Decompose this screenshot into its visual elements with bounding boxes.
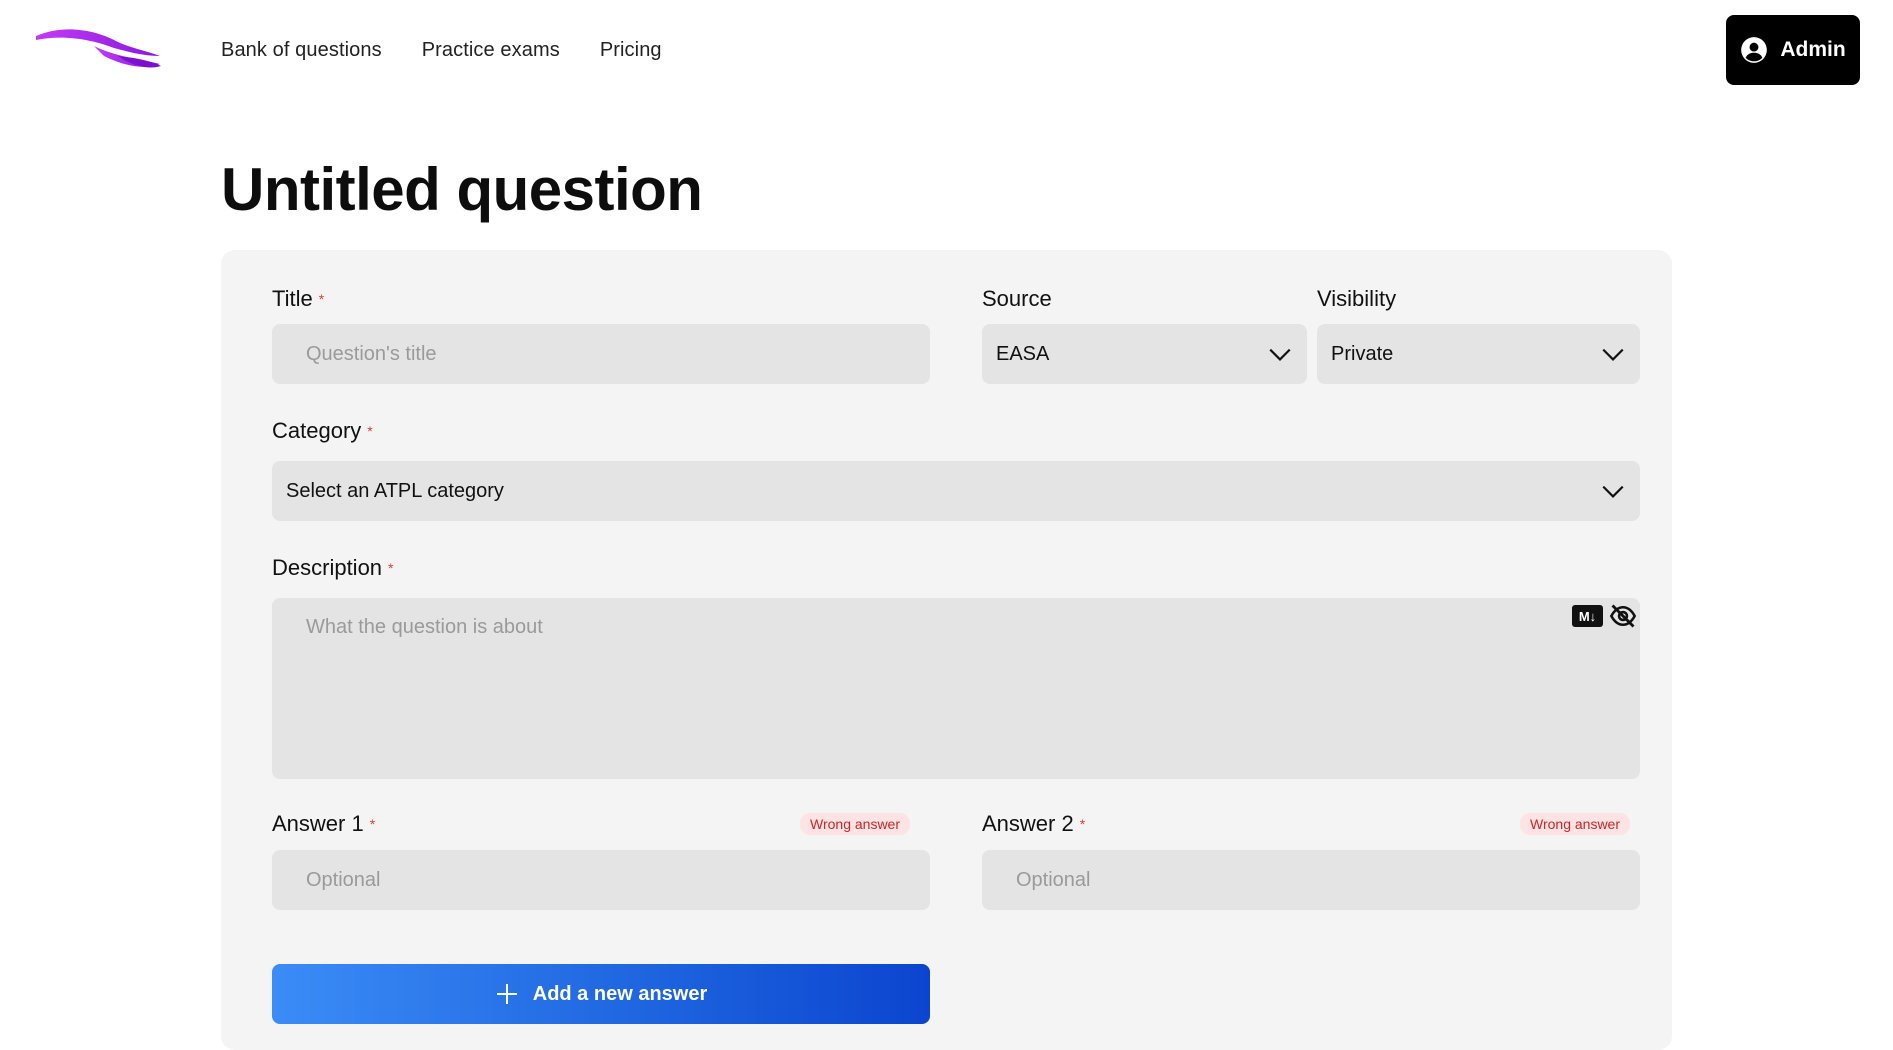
add-answer-label: Add a new answer — [532, 982, 708, 1005]
admin-label: Admin — [1780, 38, 1846, 61]
category-select[interactable]: Select an ATPL category — [272, 461, 1640, 521]
description-label-text: Description — [272, 555, 383, 580]
answer-2-input[interactable] — [982, 850, 1640, 910]
required-marker: * — [318, 291, 325, 307]
required-marker: * — [388, 560, 394, 576]
page-title: Untitled question — [221, 156, 703, 223]
add-answer-button[interactable]: Add a new answer — [272, 964, 930, 1024]
category-label-text: Category — [272, 418, 362, 443]
required-marker: * — [1079, 816, 1086, 832]
required-marker: * — [369, 816, 376, 832]
top-navigation: Bank of questions Practice exams Pricing… — [0, 0, 1893, 100]
category-label: Category * — [272, 418, 373, 444]
required-marker: * — [367, 423, 373, 439]
answer-1-label: Answer 1 * — [272, 811, 375, 837]
nav-bank-of-questions[interactable]: Bank of questions — [221, 38, 382, 62]
category-value: Select an ATPL category — [286, 479, 504, 502]
logo-icon[interactable] — [34, 26, 162, 72]
nav-pricing[interactable]: Pricing — [600, 38, 662, 62]
plus-icon — [496, 984, 517, 1004]
answer-1-status-badge[interactable]: Wrong answer — [800, 813, 911, 835]
markdown-icon[interactable]: M↓ — [1572, 605, 1603, 627]
answer-1-label-text: Answer 1 — [272, 811, 364, 836]
description-tools: M↓ — [1572, 602, 1637, 630]
chevron-down-icon — [1269, 348, 1291, 361]
question-form: Title * Source EASA Visibility Private Ca… — [221, 250, 1672, 1050]
chevron-down-icon — [1602, 485, 1624, 498]
source-select[interactable]: EASA — [982, 324, 1307, 384]
description-textarea[interactable] — [272, 598, 1640, 779]
user-circle-icon — [1741, 37, 1768, 63]
source-label: Source — [982, 286, 1052, 311]
main-nav: Bank of questions Practice exams Pricing — [221, 38, 662, 62]
visibility-select[interactable]: Private — [1317, 324, 1640, 384]
answer-2-label: Answer 2 * — [982, 811, 1085, 837]
nav-practice-exams[interactable]: Practice exams — [422, 38, 560, 62]
visibility-value: Private — [1331, 342, 1394, 365]
answer-2-label-text: Answer 2 — [982, 811, 1074, 836]
title-label: Title * — [272, 286, 324, 312]
description-label: Description * — [272, 555, 394, 581]
source-value: EASA — [996, 342, 1050, 365]
chevron-down-icon — [1602, 348, 1624, 361]
title-input[interactable] — [272, 324, 930, 384]
answer-2-status-badge[interactable]: Wrong answer — [1520, 813, 1631, 835]
answer-1-input[interactable] — [272, 850, 930, 910]
admin-button[interactable]: Admin — [1726, 15, 1860, 85]
visibility-label: Visibility — [1317, 286, 1397, 311]
title-label-text: Title — [272, 286, 313, 311]
eye-off-icon[interactable] — [1609, 602, 1637, 630]
